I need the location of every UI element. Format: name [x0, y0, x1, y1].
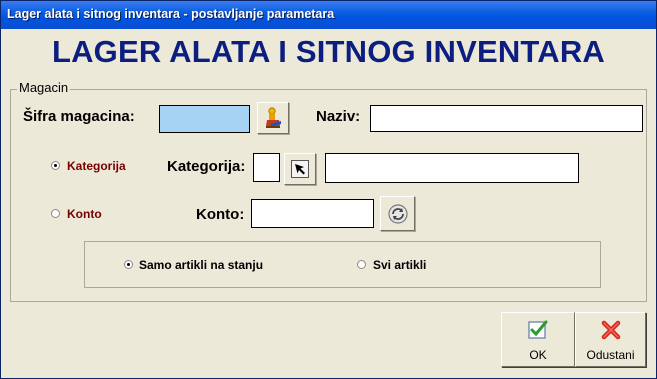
- sifra-magacina-input[interactable]: [159, 105, 250, 133]
- kategorija-code-input[interactable]: [253, 153, 280, 182]
- sifra-magacina-label: Šifra magacina:: [23, 108, 135, 125]
- naziv-label: Naziv:: [316, 108, 361, 125]
- check-icon: [527, 319, 549, 346]
- konto-lookup-button[interactable]: [380, 196, 415, 231]
- konto-radio-label[interactable]: Konto: [67, 207, 102, 221]
- konto-input[interactable]: [251, 199, 374, 228]
- konto-field-label: Konto:: [196, 206, 245, 223]
- kategorija-lookup-button[interactable]: [284, 153, 316, 185]
- ok-button-label: OK: [529, 348, 547, 362]
- kategorija-name-input[interactable]: [325, 153, 579, 183]
- cancel-button[interactable]: Odustani: [575, 312, 646, 367]
- svi-artikli-label[interactable]: Svi artikli: [373, 258, 426, 272]
- konto-radio[interactable]: [51, 209, 60, 218]
- warehouse-picker-icon: [266, 107, 281, 128]
- samo-artikli-label[interactable]: Samo artikli na stanju: [139, 258, 263, 272]
- page-heading: LAGER ALATA I SITNOG INVENTARA: [51, 34, 606, 69]
- kategorija-radio-label[interactable]: Kategorija: [67, 159, 126, 173]
- cancel-button-label: Odustani: [586, 348, 635, 362]
- red-x-icon: [600, 319, 622, 346]
- svi-artikli-radio[interactable]: [357, 260, 366, 269]
- kategorija-radio[interactable]: [51, 161, 60, 170]
- kategorija-field-label: Kategorija:: [167, 158, 246, 175]
- naziv-input[interactable]: [370, 105, 643, 132]
- refresh-icon: [387, 203, 408, 224]
- magacin-group-label: Magacin: [17, 80, 71, 95]
- samo-artikli-radio[interactable]: [124, 260, 133, 269]
- window-title: Lager alata i sitnog inventara - postavl…: [7, 7, 335, 21]
- cursor-arrow-icon: [291, 160, 309, 178]
- title-bar[interactable]: Lager alata i sitnog inventara - postavl…: [1, 1, 656, 29]
- ok-button[interactable]: OK: [501, 312, 575, 367]
- sifra-lookup-button[interactable]: [257, 102, 289, 134]
- dialog-window: Lager alata i sitnog inventara - postavl…: [0, 0, 657, 379]
